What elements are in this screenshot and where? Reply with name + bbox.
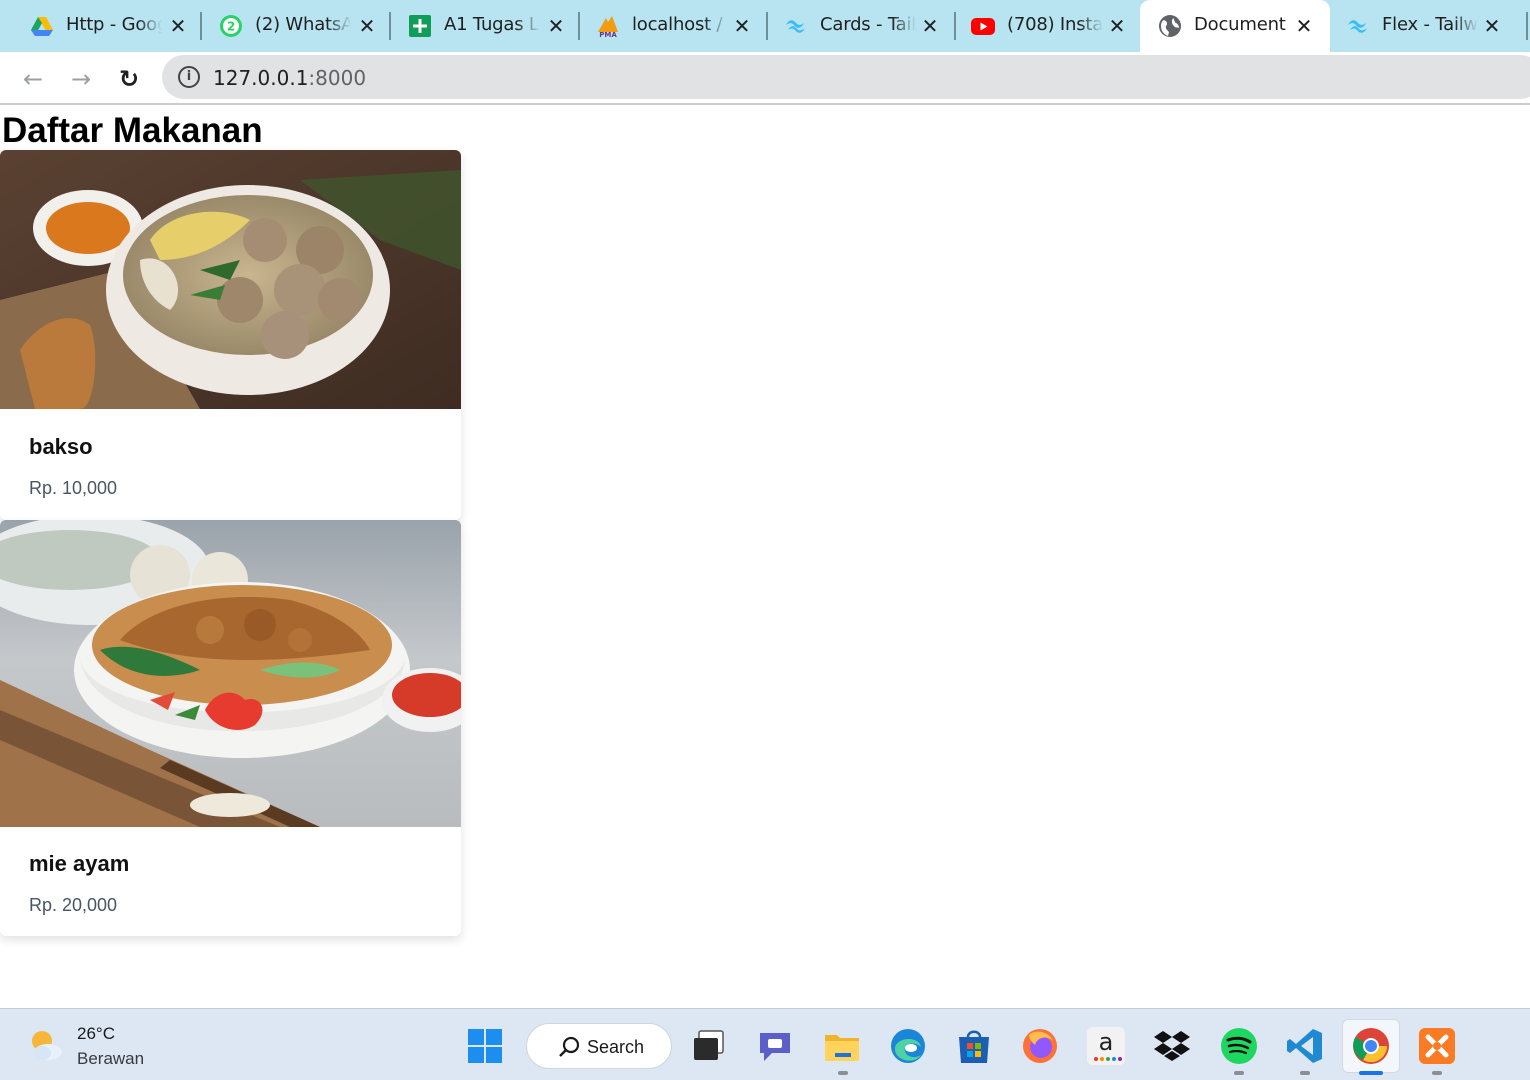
search-label: Search xyxy=(587,1037,645,1057)
tab-title: Http - Goog xyxy=(66,14,162,35)
running-indicator-active xyxy=(1359,1071,1383,1075)
dropbox-icon[interactable] xyxy=(1153,1027,1191,1065)
chrome-icon[interactable] xyxy=(1352,1027,1390,1065)
tab-title: A1 Tugas La xyxy=(444,14,540,35)
amazon-icon[interactable]: a xyxy=(1087,1027,1125,1065)
url-port: :8000 xyxy=(308,66,367,90)
tailwind-icon xyxy=(1348,20,1367,33)
food-price: Rp. 20,000 xyxy=(29,895,118,915)
tab-strip: Http - Goog ✕ 2 (2) WhatsAp ✕ A1 Tugas L… xyxy=(0,0,1530,52)
forward-button[interactable]: → xyxy=(66,64,96,94)
tab-document[interactable]: Document ✕ xyxy=(1140,0,1330,52)
xampp-icon[interactable] xyxy=(1418,1027,1456,1065)
tab-whatsapp[interactable]: 2 (2) WhatsAp ✕ xyxy=(189,0,391,52)
food-card: bakso Rp. 10,000 xyxy=(0,150,461,520)
running-indicator xyxy=(1300,1071,1310,1075)
windows-start-icon[interactable] xyxy=(466,1027,504,1065)
food-card: mie ayam Rp. 20,000 xyxy=(0,520,461,936)
site-info-icon[interactable]: i xyxy=(178,66,200,88)
bakso-photo xyxy=(0,150,461,409)
page-title: Daftar Makanan xyxy=(2,111,263,150)
youtube-icon xyxy=(971,18,995,35)
tab-phpmyadmin[interactable]: PMA localhost / ✕ xyxy=(566,0,768,52)
mie-ayam-photo xyxy=(0,520,461,827)
browser-toolbar: ← → ↻ i 127.0.0.1:8000 xyxy=(0,52,1530,105)
taskbar-search[interactable]: Search xyxy=(526,1023,672,1069)
reload-button[interactable]: ↻ xyxy=(114,64,144,94)
back-button[interactable]: ← xyxy=(18,64,48,94)
close-icon[interactable]: ✕ xyxy=(544,14,568,38)
microsoft-store-icon[interactable] xyxy=(955,1027,993,1065)
tab-title: localhost / xyxy=(632,14,723,35)
running-indicator xyxy=(1432,1071,1442,1075)
tab-tailwind-flex[interactable]: Flex - Tailwi ✕ xyxy=(1330,0,1528,52)
close-icon[interactable]: ✕ xyxy=(918,14,942,38)
whatsapp-icon: 2 xyxy=(220,15,242,37)
tailwind-icon xyxy=(786,20,805,33)
tab-tailwind-cards[interactable]: Cards - Tailv ✕ xyxy=(754,0,956,52)
tab-title: Document xyxy=(1194,14,1286,35)
address-bar[interactable]: i 127.0.0.1:8000 xyxy=(162,55,1530,99)
partly-cloudy-icon[interactable] xyxy=(26,1025,66,1065)
phpmyadmin-icon: PMA xyxy=(598,16,618,38)
running-indicator xyxy=(838,1071,848,1075)
url-host: 127.0.0.1 xyxy=(213,66,309,90)
tab-youtube[interactable]: (708) Install ✕ xyxy=(941,0,1143,52)
close-icon[interactable]: ✕ xyxy=(1105,14,1129,38)
weather-description[interactable]: Berawan xyxy=(77,1049,144,1069)
food-name: mie ayam xyxy=(29,851,130,876)
tab-google-drive[interactable]: Http - Goog ✕ xyxy=(0,0,202,52)
tab-google-sheets[interactable]: A1 Tugas La ✕ xyxy=(378,0,580,52)
google-sheets-icon xyxy=(409,15,431,37)
close-icon[interactable]: ✕ xyxy=(1480,14,1504,38)
tab-title: (2) WhatsAp xyxy=(255,14,351,35)
file-explorer-icon[interactable] xyxy=(823,1027,861,1065)
firefox-icon[interactable] xyxy=(1021,1027,1059,1065)
task-view-icon[interactable] xyxy=(690,1027,728,1065)
taskbar: 26°C Berawan Search a xyxy=(0,1008,1530,1080)
vscode-icon[interactable] xyxy=(1286,1027,1324,1065)
teams-chat-icon[interactable] xyxy=(756,1027,794,1065)
globe-icon xyxy=(1159,15,1181,37)
tab-separator xyxy=(1526,12,1528,40)
address-url[interactable]: 127.0.0.1:8000 xyxy=(213,66,366,90)
close-icon[interactable]: ✕ xyxy=(355,14,379,38)
tab-title: Flex - Tailwi xyxy=(1382,14,1478,35)
page-content: Daftar Makanan bakso Rp. 10,000 mie ayam… xyxy=(0,107,1530,1007)
svg-text:2: 2 xyxy=(227,20,235,34)
google-drive-icon xyxy=(31,17,53,36)
edge-icon[interactable] xyxy=(889,1027,927,1065)
spotify-icon[interactable] xyxy=(1220,1027,1258,1065)
close-icon[interactable]: ✕ xyxy=(730,14,754,38)
tab-title: (708) Install xyxy=(1007,14,1103,35)
svg-text:a: a xyxy=(1099,1028,1114,1056)
running-indicator xyxy=(1234,1071,1244,1075)
close-icon[interactable]: ✕ xyxy=(1292,14,1316,38)
svg-text:PMA: PMA xyxy=(599,31,617,38)
food-price: Rp. 10,000 xyxy=(29,478,118,498)
tab-title: Cards - Tailv xyxy=(820,14,916,35)
close-icon[interactable]: ✕ xyxy=(166,14,190,38)
search-icon xyxy=(559,1036,580,1057)
food-name: bakso xyxy=(29,434,93,459)
weather-temperature[interactable]: 26°C xyxy=(77,1024,115,1044)
